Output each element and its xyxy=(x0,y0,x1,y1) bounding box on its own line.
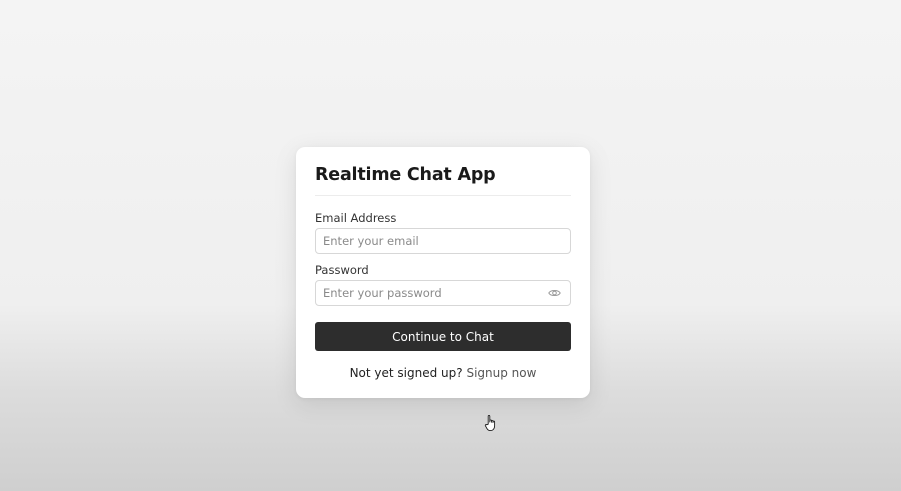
email-label: Email Address xyxy=(315,211,397,225)
signup-prompt: Not yet signed up? xyxy=(349,366,463,380)
signup-link[interactable]: Signup now xyxy=(466,366,536,380)
continue-to-chat-button[interactable]: Continue to Chat xyxy=(315,322,571,351)
email-input[interactable] xyxy=(316,229,570,253)
email-input-wrapper xyxy=(315,228,571,254)
password-input-wrapper xyxy=(315,280,571,306)
email-group: Email Address xyxy=(315,211,571,254)
password-input[interactable] xyxy=(316,281,570,305)
hand-pointer-icon xyxy=(484,415,496,432)
eye-icon[interactable] xyxy=(548,288,561,298)
login-card: Realtime Chat App Email Address Password… xyxy=(296,147,590,398)
password-label: Password xyxy=(315,263,369,277)
password-group: Password xyxy=(315,263,571,306)
card-title: Realtime Chat App xyxy=(315,165,496,185)
signup-row: Not yet signed up? Signup now xyxy=(315,365,571,381)
title-divider xyxy=(315,195,571,196)
